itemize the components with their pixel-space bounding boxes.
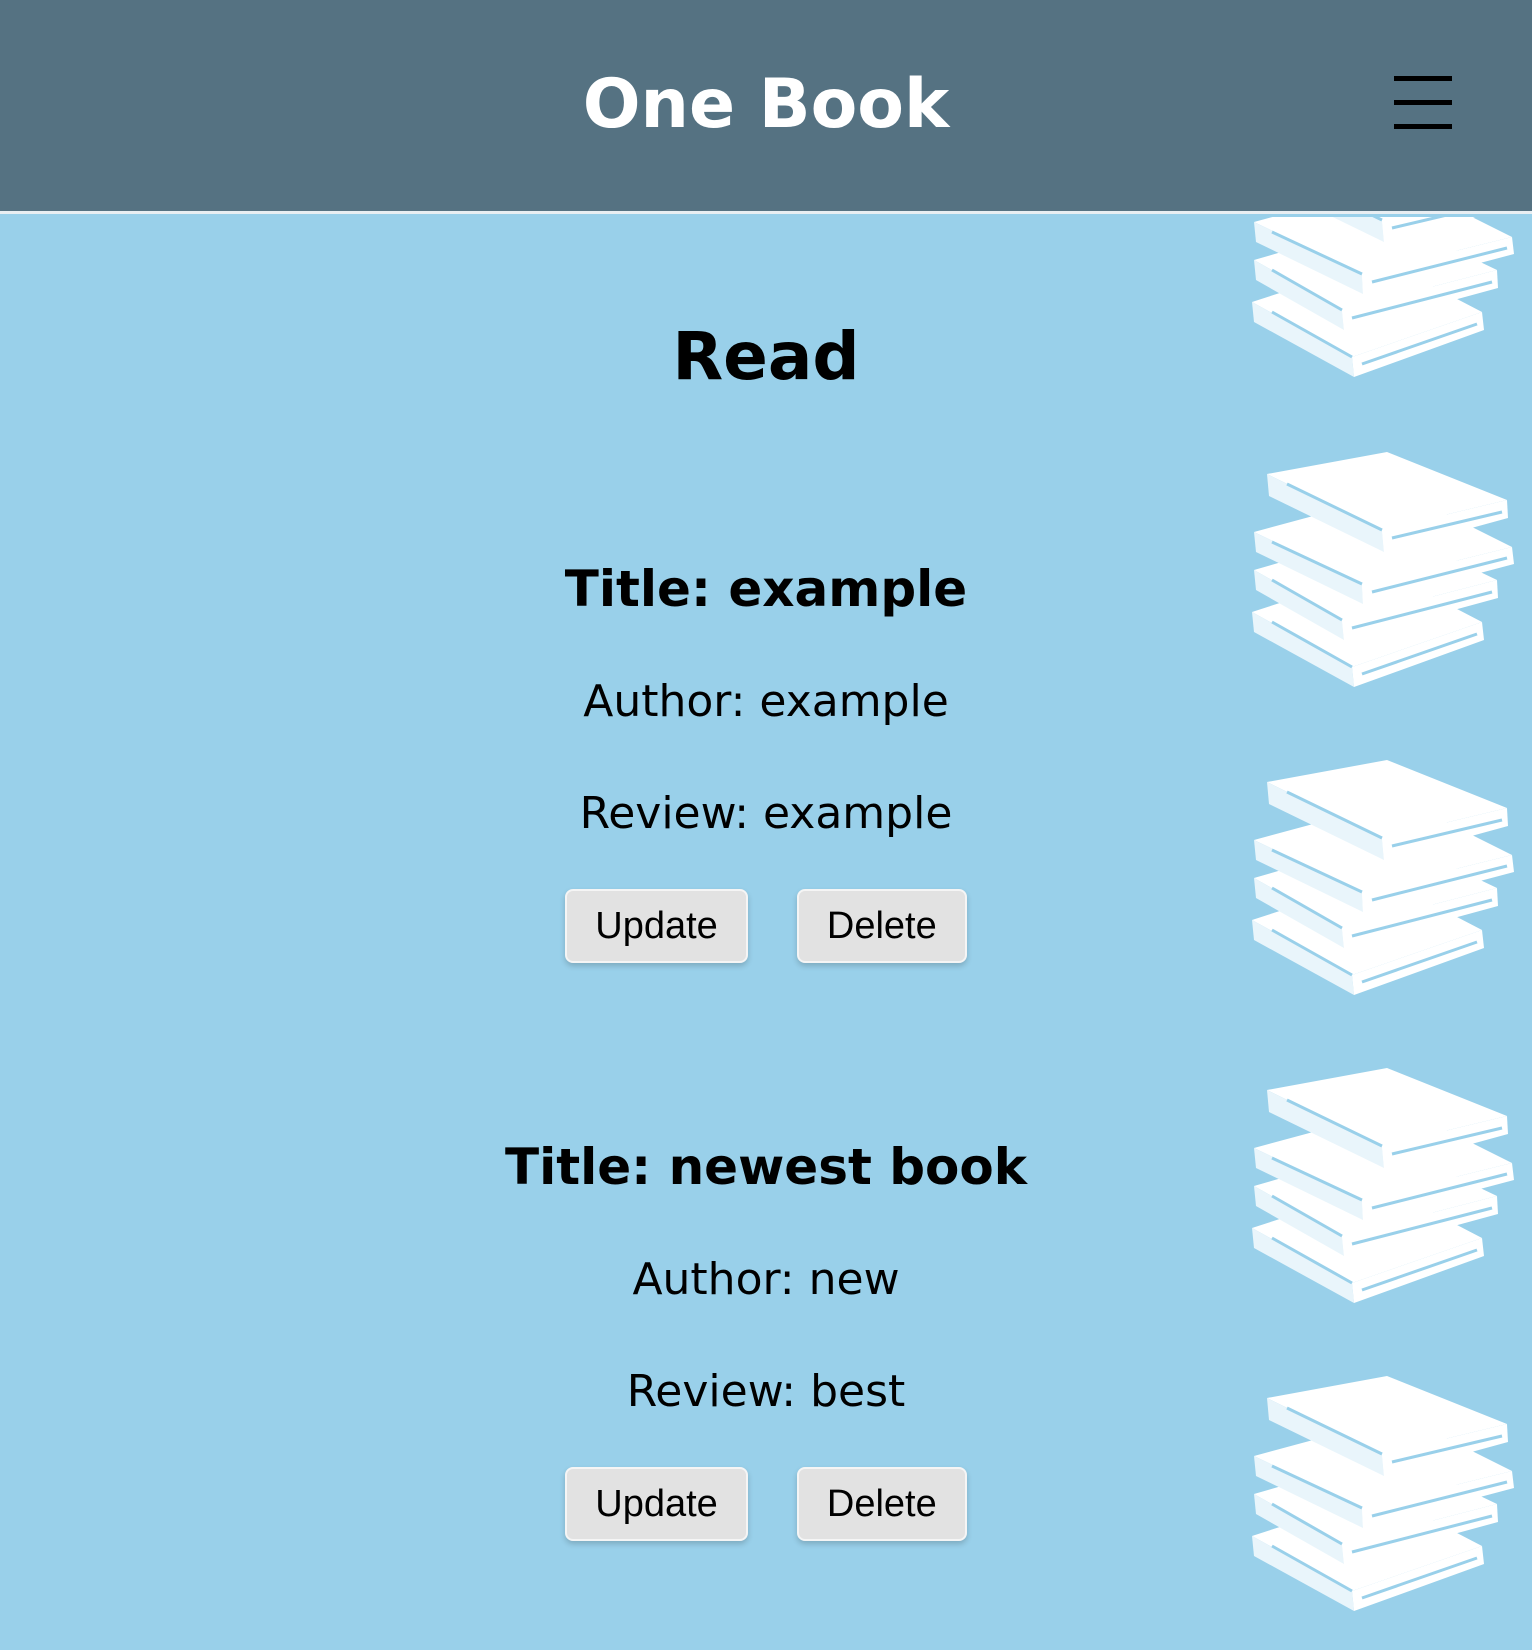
book-review: Review: best <box>626 1366 906 1417</box>
update-button[interactable]: Update <box>565 889 748 963</box>
book-title: Title: example <box>564 560 968 618</box>
book-card: Title: example Author: example Review: e… <box>0 557 1532 963</box>
book-author: Author: example <box>583 676 949 727</box>
app-title: One Book <box>582 65 950 144</box>
hamburger-menu-icon[interactable] <box>1394 74 1452 132</box>
delete-button[interactable]: Delete <box>796 1467 967 1541</box>
book-card: Title: newest book Author: new Review: b… <box>0 1135 1532 1541</box>
book-review: Review: example <box>579 788 953 839</box>
book-author: Author: new <box>632 1254 900 1305</box>
book-actions: Update Delete <box>0 889 1532 963</box>
book-actions: Update Delete <box>0 1467 1532 1541</box>
book-title: Title: newest book <box>504 1138 1028 1196</box>
page-heading: Read <box>672 318 860 395</box>
main-content: Read Title: example Author: example Revi… <box>0 217 1532 1650</box>
delete-button[interactable]: Delete <box>796 889 967 963</box>
top-navbar: One Book <box>0 0 1532 214</box>
update-button[interactable]: Update <box>565 1467 748 1541</box>
